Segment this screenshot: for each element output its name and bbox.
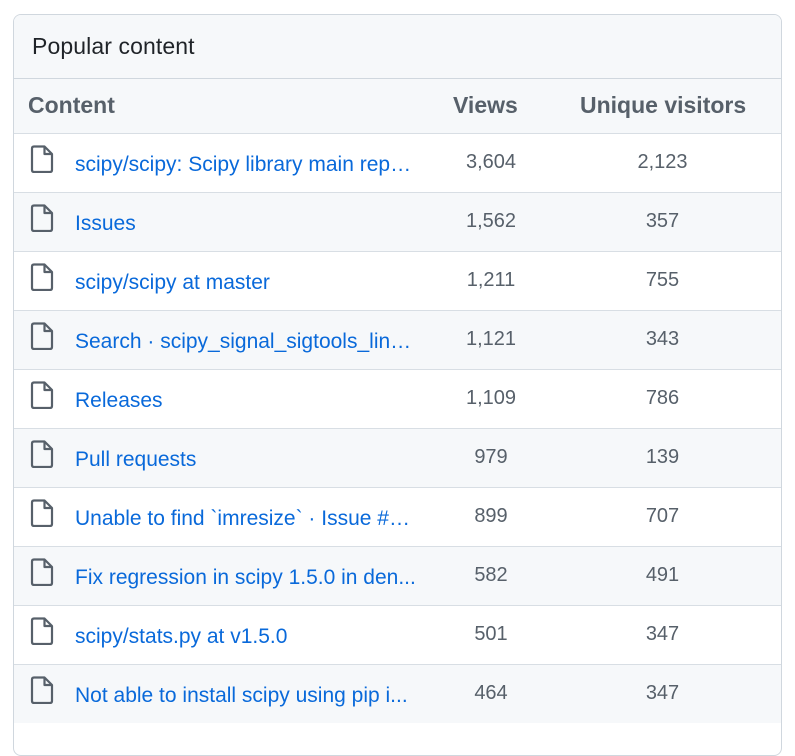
content-link[interactable]: scipy/stats.py at v1.5.0: [75, 625, 287, 649]
views-value: 582: [474, 564, 508, 586]
views-cell: 501: [428, 605, 562, 665]
views-value: 501: [474, 623, 508, 645]
content-link[interactable]: scipy/scipy: Scipy library main repo...: [75, 153, 417, 177]
file-icon: [30, 380, 54, 409]
views-value: 1,211: [466, 269, 516, 291]
table-row: Search · scipy_signal_sigtools_linea... 1…: [14, 310, 781, 370]
content-link[interactable]: Unable to find `imresize` · Issue #6...: [75, 507, 417, 531]
file-icon: [30, 203, 54, 232]
content-link[interactable]: Releases: [75, 389, 163, 413]
content-link[interactable]: Issues: [75, 212, 136, 236]
content-cell: Not able to install scipy using pip i...: [14, 664, 428, 723]
content-cell: Issues: [14, 192, 428, 252]
views-value: 899: [474, 505, 508, 527]
views-cell: 1,562: [428, 192, 562, 252]
views-value: 1,121: [465, 328, 517, 350]
file-icon: [30, 676, 54, 704]
content-link[interactable]: Not able to install scipy using pip i...: [75, 684, 408, 708]
unique-visitors-cell: 491: [562, 546, 781, 606]
unique-visitors-value: 357: [645, 210, 680, 232]
unique-visitors-cell: 343: [562, 310, 781, 370]
views-value: 1,109: [465, 387, 517, 409]
content-cell: scipy/scipy at master: [14, 251, 428, 311]
file-icon: [30, 498, 54, 527]
popular-content-table: Content Views Unique visitors scipy/scip…: [14, 79, 781, 723]
content-link[interactable]: Fix regression in scipy 1.5.0 in den...: [75, 566, 416, 590]
unique-visitors-value: 755: [645, 269, 680, 291]
views-cell: 1,109: [428, 369, 562, 429]
panel-title: Popular content: [32, 33, 195, 59]
content-cell: scipy/scipy: Scipy library main repo...: [14, 133, 428, 193]
table-row: Not able to install scipy using pip i...…: [14, 664, 781, 723]
unique-visitors-value: 139: [645, 446, 680, 468]
table-row: scipy/scipy at master 1,211 755: [14, 251, 781, 311]
views-value: 1,562: [465, 210, 517, 232]
unique-visitors-cell: 347: [562, 664, 781, 723]
unique-visitors-value: 2,123: [637, 151, 688, 173]
file-icon: [30, 557, 54, 586]
table-row: Releases 1,109 786: [14, 369, 781, 429]
content-cell: scipy/stats.py at v1.5.0: [14, 605, 428, 665]
views-value: 979: [474, 446, 508, 468]
content-cell: Search · scipy_signal_sigtools_linea...: [14, 310, 428, 370]
table-row: Pull requests 979 139: [14, 428, 781, 488]
unique-visitors-cell: 139: [562, 428, 781, 488]
unique-visitors-value: 786: [645, 387, 680, 409]
file-icon: [30, 144, 54, 173]
content-cell: Pull requests: [14, 428, 428, 488]
content-link[interactable]: scipy/scipy at master: [75, 271, 270, 295]
views-cell: 1,211: [428, 251, 562, 311]
unique-visitors-value: 347: [645, 682, 680, 705]
column-header-unique-visitors: Unique visitors: [562, 79, 781, 134]
file-icon: [30, 262, 54, 291]
panel-header: Popular content: [14, 15, 781, 79]
unique-visitors-cell: 707: [562, 487, 781, 547]
unique-visitors-value: 491: [645, 564, 680, 586]
content-cell: Releases: [14, 369, 428, 429]
table-row: scipy/stats.py at v1.5.0 501 347: [14, 605, 781, 665]
unique-visitors-cell: 786: [562, 369, 781, 429]
file-icon: [30, 321, 54, 350]
column-header-content: Content: [14, 79, 428, 134]
content-link[interactable]: Pull requests: [75, 448, 196, 472]
unique-visitors-value: 343: [645, 328, 680, 350]
views-value: 464: [474, 682, 508, 705]
unique-visitors-cell: 357: [562, 192, 781, 252]
popular-content-panel: Popular content Content Views Unique vis…: [13, 14, 782, 756]
content-cell: Fix regression in scipy 1.5.0 in den...: [14, 546, 428, 606]
unique-visitors-value: 707: [645, 505, 680, 527]
file-icon: [30, 439, 54, 468]
views-cell: 979: [428, 428, 562, 488]
table-body: scipy/scipy: Scipy library main repo... 3…: [14, 133, 781, 723]
views-value: 3,604: [465, 151, 517, 173]
views-cell: 1,121: [428, 310, 562, 370]
table-row: Issues 1,562 357: [14, 192, 781, 252]
table-header-row: Content Views Unique visitors: [14, 79, 781, 134]
file-icon: [30, 616, 54, 645]
views-cell: 464: [428, 664, 562, 723]
unique-visitors-cell: 347: [562, 605, 781, 665]
content-link[interactable]: Search · scipy_signal_sigtools_linea...: [75, 330, 417, 354]
unique-visitors-cell: 755: [562, 251, 781, 311]
table-row: Unable to find `imresize` · Issue #6... 8…: [14, 487, 781, 547]
unique-visitors-value: 347: [645, 623, 680, 645]
content-cell: Unable to find `imresize` · Issue #6...: [14, 487, 428, 547]
unique-visitors-cell: 2,123: [562, 133, 781, 193]
table-row: scipy/scipy: Scipy library main repo... 3…: [14, 133, 781, 193]
table-row: Fix regression in scipy 1.5.0 in den... 5…: [14, 546, 781, 606]
views-cell: 582: [428, 546, 562, 606]
views-cell: 3,604: [428, 133, 562, 193]
column-header-views: Views: [428, 79, 562, 134]
views-cell: 899: [428, 487, 562, 547]
